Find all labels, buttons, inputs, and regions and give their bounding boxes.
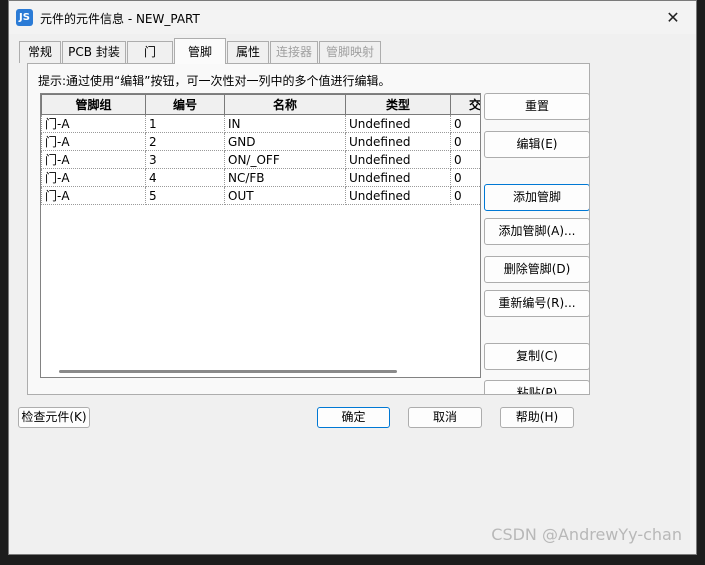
cell-number[interactable]: 2 [145,132,225,151]
title-bar: JS 元件的元件信息 - NEW_PART ✕ [9,1,696,34]
table-row[interactable]: 门-A 5 OUT Undefined 0 [41,186,480,205]
col-swap[interactable]: 交换 [450,94,480,115]
cell-type[interactable]: Undefined [345,132,451,151]
cell-type[interactable]: Undefined [345,186,451,205]
cell-swap[interactable]: 0 [450,186,480,205]
table-row[interactable]: 门-A 4 NC/FB Undefined 0 [41,168,480,187]
table-row[interactable]: 门-A 2 GND Undefined 0 [41,132,480,151]
table-row[interactable]: 门-A 1 IN Undefined 0 [41,114,480,133]
watermark: CSDN @AndrewYy-chan [491,525,682,544]
col-pin-group[interactable]: 管脚组 [41,94,146,115]
hint-text: 提示:通过使用“编辑”按钮，可一次性对一列中的多个值进行编辑。 [38,74,391,88]
pins-grid[interactable]: 管脚组 编号 名称 类型 交换 门-A 1 IN Undefined 0 门-A… [40,93,481,378]
col-type[interactable]: 类型 [345,94,451,115]
cell-pin-group[interactable]: 门-A [41,114,146,133]
add-pins-button[interactable]: 添加管脚(A)... [484,218,589,245]
cell-number[interactable]: 5 [145,186,225,205]
cell-swap[interactable]: 0 [450,132,480,151]
reset-button[interactable]: 重置 [484,93,589,120]
tab-connector[interactable]: 连接器 [270,41,318,63]
delete-pin-button[interactable]: 删除管脚(D) [484,256,589,283]
tab-general[interactable]: 常规 [19,41,61,63]
tab-attributes[interactable]: 属性 [227,41,269,63]
cell-number[interactable]: 1 [145,114,225,133]
cell-pin-group[interactable]: 门-A [41,186,146,205]
pins-panel: 提示:通过使用“编辑”按钮，可一次性对一列中的多个值进行编辑。 管脚组 编号 名… [27,63,590,395]
cell-pin-group[interactable]: 门-A [41,150,146,169]
tab-pin-mapping[interactable]: 管脚映射 [319,41,381,63]
part-info-dialog: JS 元件的元件信息 - NEW_PART ✕ 常规 PCB 封装 门 管脚 属… [8,0,697,555]
cell-name[interactable]: OUT [224,186,346,205]
horizontal-scrollbar[interactable] [59,370,397,373]
help-button[interactable]: 帮助(H) [500,407,574,428]
col-number[interactable]: 编号 [145,94,225,115]
pins-table: 管脚组 编号 名称 类型 交换 门-A 1 IN Undefined 0 门-A… [41,94,480,205]
renumber-button[interactable]: 重新编号(R)... [484,290,589,317]
cell-name[interactable]: GND [224,132,346,151]
cell-number[interactable]: 4 [145,168,225,187]
cancel-button[interactable]: 取消 [408,407,482,428]
paste-button[interactable]: 粘贴(P) [484,380,589,394]
add-pin-button[interactable]: 添加管脚 [484,184,589,211]
table-header-row: 管脚组 编号 名称 类型 交换 [41,94,480,115]
cell-swap[interactable]: 0 [450,150,480,169]
cell-swap[interactable]: 0 [450,168,480,187]
table-row[interactable]: 门-A 3 ON/_OFF Undefined 0 [41,150,480,169]
copy-button[interactable]: 复制(C) [484,343,589,370]
window-title: 元件的元件信息 - NEW_PART [40,12,200,26]
cell-name[interactable]: ON/_OFF [224,150,346,169]
check-part-button[interactable]: 检查元件(K) [18,407,90,428]
tab-pins[interactable]: 管脚 [174,38,226,64]
close-icon[interactable]: ✕ [650,1,696,34]
cell-pin-group[interactable]: 门-A [41,168,146,187]
cell-type[interactable]: Undefined [345,168,451,187]
tab-pcb-footprint[interactable]: PCB 封装 [62,41,126,63]
cell-type[interactable]: Undefined [345,114,451,133]
cell-number[interactable]: 3 [145,150,225,169]
app-icon: JS [16,9,33,26]
cell-type[interactable]: Undefined [345,150,451,169]
edit-button[interactable]: 编辑(E) [484,131,589,158]
cell-name[interactable]: NC/FB [224,168,346,187]
cell-name[interactable]: IN [224,114,346,133]
cell-swap[interactable]: 0 [450,114,480,133]
cell-pin-group[interactable]: 门-A [41,132,146,151]
ok-button[interactable]: 确定 [317,407,390,428]
tab-gates[interactable]: 门 [127,41,173,63]
col-name[interactable]: 名称 [224,94,346,115]
